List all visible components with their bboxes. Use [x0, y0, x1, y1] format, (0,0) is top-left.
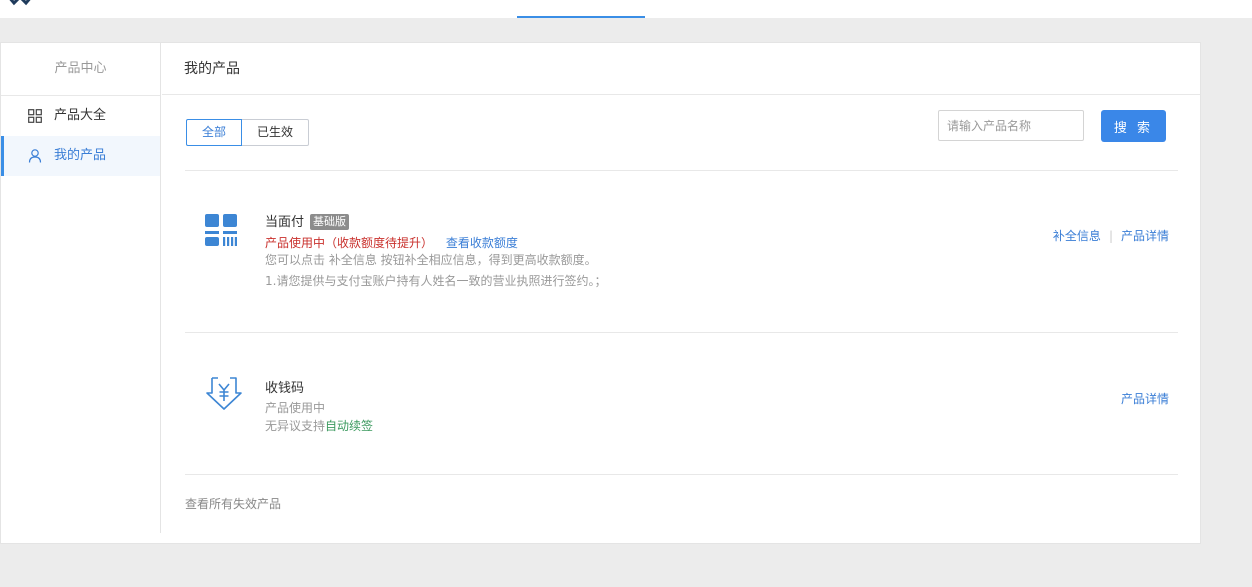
top-bar	[0, 0, 1252, 18]
product-actions: 产品详情	[1121, 390, 1169, 407]
view-limit-link[interactable]: 查看收款额度	[446, 236, 518, 250]
product-title: 当面付 基础版	[265, 211, 350, 230]
product-name: 收钱码	[265, 381, 305, 396]
grid-icon	[28, 109, 42, 123]
sidebar-item-my-products[interactable]: 我的产品	[1, 136, 160, 176]
product-details-link[interactable]: 产品详情	[1121, 392, 1169, 406]
tab-active[interactable]: 已生效	[242, 119, 310, 146]
auto-renew-text: 自动续签	[325, 419, 374, 433]
user-icon	[28, 149, 42, 163]
sidebar: 产品中心 产品大全 我的产品	[1, 43, 161, 533]
product-note: 无异议支持自动续签	[265, 417, 373, 434]
sidebar-title: 产品中心	[1, 43, 160, 96]
view-expired-products-link[interactable]: 查看所有失效产品	[185, 495, 281, 512]
complete-info-link[interactable]: 补全信息	[1053, 229, 1101, 243]
product-status: 产品使用中（收款额度待提升）	[265, 236, 434, 250]
product-status-line: 产品使用中（收款额度待提升） 查看收款额度	[265, 234, 518, 251]
tab-all[interactable]: 全部	[186, 119, 243, 146]
divider	[185, 474, 1178, 475]
product-details-link[interactable]: 产品详情	[1121, 229, 1169, 243]
page-title: 我的产品	[162, 43, 1200, 95]
sidebar-item-all-products[interactable]: 产品大全	[1, 96, 160, 136]
active-nav-underline	[517, 16, 645, 18]
yen-receive-icon	[206, 377, 242, 410]
sidebar-item-label: 我的产品	[54, 148, 107, 163]
logo-icon	[9, 0, 31, 6]
filter-tabs: 全部 已生效	[186, 119, 310, 146]
edition-badge: 基础版	[310, 214, 350, 230]
renewal-text: 无异议支持	[265, 419, 326, 433]
qr-code-icon	[205, 214, 237, 246]
action-separator: |	[1108, 229, 1113, 243]
product-status: 产品使用中	[265, 401, 326, 415]
product-actions: 补全信息 | 产品详情	[1053, 227, 1169, 244]
product-item: 当面付 基础版 产品使用中（收款额度待提升） 查看收款额度 您可以点击 补全信息 …	[185, 171, 1178, 331]
main-content: 我的产品 全部 已生效 搜 索 当面付基础版	[162, 43, 1200, 543]
product-center-card: 产品中心 产品大全 我的产品 我的产品 全部 已生效 搜 索	[0, 42, 1201, 544]
product-note: 您可以点击 补全信息 按钮补全相应信息，得到更高收款额度。	[265, 253, 597, 267]
product-note: 1.请您提供与支付宝账户持有人姓名一致的营业执照进行签约。；	[265, 274, 607, 288]
product-item: 收钱码 产品使用中 无异议支持自动续签 产品详情	[185, 333, 1178, 473]
sidebar-item-label: 产品大全	[54, 108, 107, 123]
product-name: 当面付	[265, 215, 305, 230]
search-button[interactable]: 搜 索	[1101, 110, 1166, 142]
search-input[interactable]	[938, 110, 1084, 141]
